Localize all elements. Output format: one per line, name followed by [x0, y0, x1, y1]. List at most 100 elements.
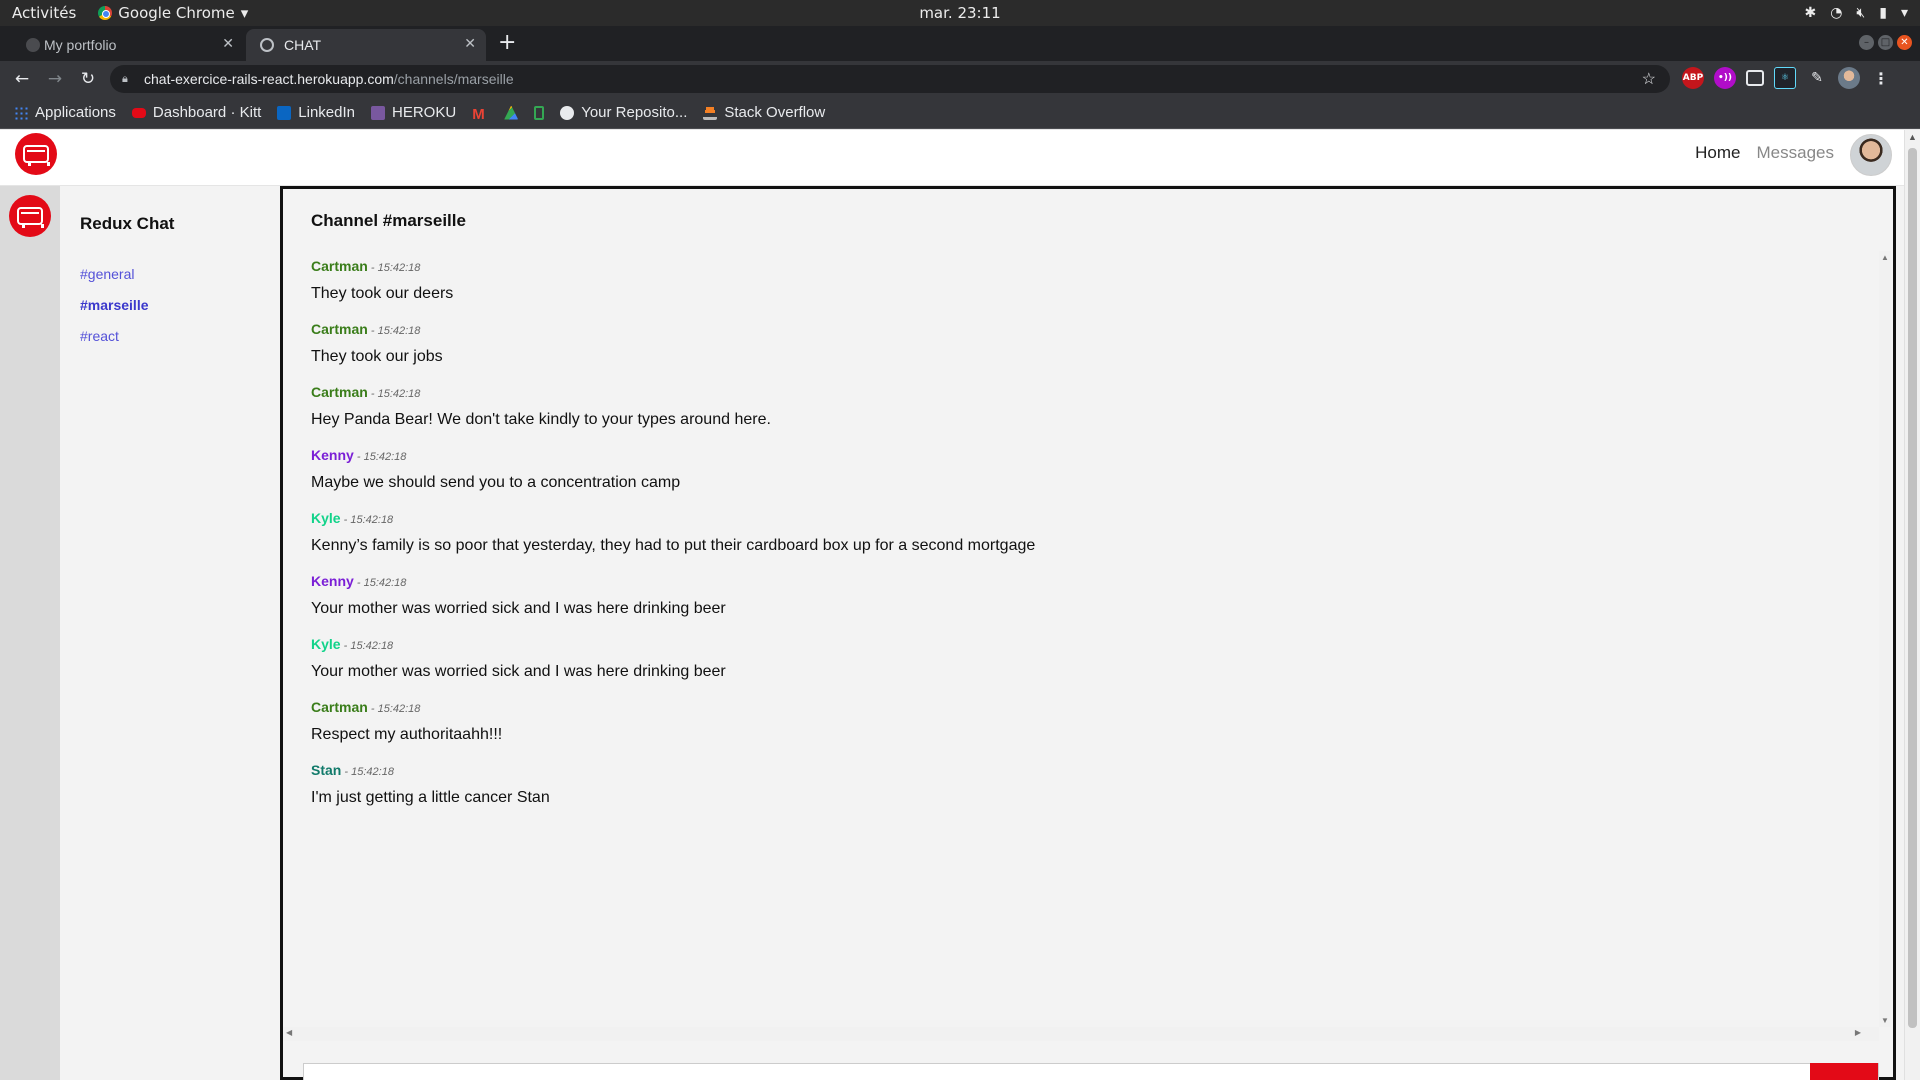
message-input[interactable] [303, 1063, 1879, 1080]
scroll-up-icon[interactable]: ▲ [1881, 253, 1889, 262]
app-logo[interactable] [15, 133, 57, 175]
maximize-icon[interactable]: □ [1878, 35, 1893, 50]
gmail-icon: M [472, 105, 485, 123]
left-rail [0, 186, 60, 1080]
chrome-icon [98, 6, 113, 20]
message-separator: - [340, 514, 351, 526]
message-author: Kenny [311, 573, 354, 589]
channel-item-general[interactable]: #general [80, 266, 280, 297]
bookmark-drive[interactable] [504, 105, 519, 120]
user-avatar[interactable] [1850, 134, 1892, 176]
message-item: Kyle - 15:42:18 Your mother was worried s… [311, 629, 1879, 692]
message-separator: - [367, 388, 378, 400]
message-header: Kenny - 15:42:18 [311, 573, 1879, 595]
scroll-down-icon[interactable]: ▼ [1881, 1016, 1889, 1025]
caret-down-icon: ▾ [240, 4, 249, 22]
os-top-bar: Activités Google Chrome ▾ mar. 23:11 ✱ ◔… [0, 0, 1920, 26]
message-list[interactable]: Cartman - 15:42:18 They took our deers Car… [283, 251, 1879, 1029]
stackoverflow-icon [703, 105, 718, 120]
message-time: 15:42:18 [377, 703, 421, 715]
message-header: Cartman - 15:42:18 [311, 384, 1879, 406]
message-author: Cartman [311, 699, 368, 715]
nav-messages-link[interactable]: Messages [1757, 143, 1834, 163]
message-content: Your mother was worried sick and I was h… [311, 600, 726, 617]
back-arrow-icon[interactable]: ← [11, 69, 33, 89]
window-controls: – □ ✕ [1859, 35, 1912, 50]
channel-title: Channel #marseille [311, 211, 466, 230]
bookmark-label: Stack Overflow [724, 104, 826, 121]
page-scrollbar[interactable]: ▲ [1904, 130, 1920, 1080]
github-icon [560, 105, 575, 120]
react-devtools-icon[interactable]: ⚛ [1774, 67, 1796, 89]
message-author: Cartman [311, 384, 368, 400]
bus-icon [131, 107, 146, 118]
bookmark-dashboard-kitt[interactable]: Dashboard · Kitt [131, 104, 261, 121]
channel-item-react[interactable]: #react [80, 328, 280, 359]
adblock-extension-icon[interactable]: ABP [1682, 67, 1704, 89]
reload-icon[interactable]: ↻ [77, 69, 99, 89]
tab-my-portfolio[interactable]: My portfolio ✕ [12, 29, 244, 61]
eyedropper-extension-icon[interactable]: ✎ [1806, 67, 1828, 89]
message-header: Kyle - 15:42:18 [311, 510, 1879, 532]
podcast-extension-icon[interactable]: •)) [1714, 67, 1736, 89]
close-tab-icon[interactable]: ✕ [464, 35, 476, 52]
app-menu[interactable]: Google Chrome ▾ [98, 4, 248, 22]
rail-logo[interactable] [9, 195, 51, 237]
message-separator: - [353, 451, 364, 463]
url-host: chat-exercice-rails-react.herokuapp.com [144, 71, 394, 87]
scrollbar-thumb[interactable] [1908, 148, 1917, 1028]
forward-arrow-icon[interactable]: → [44, 69, 66, 89]
extensions-area: ABP •)) ⚛ ✎ ⋮ [1682, 67, 1892, 89]
linkedin-icon [277, 105, 292, 120]
drive-icon [504, 105, 519, 120]
close-tab-icon[interactable]: ✕ [222, 35, 234, 52]
bookmark-gmail[interactable]: M [472, 105, 488, 123]
bookmark-label: HEROKU [392, 104, 457, 121]
scroll-left-icon[interactable]: ◀ [286, 1028, 292, 1037]
message-content: Respect my authoritaahh!!! [311, 726, 503, 743]
new-tab-button[interactable]: + [498, 30, 516, 55]
bookmark-github[interactable]: Your Reposito... [560, 104, 687, 121]
message-list-vertical-scrollbar[interactable]: ▲ ▼ [1879, 251, 1891, 1027]
screenshot-extension-icon[interactable] [1746, 70, 1764, 86]
scroll-right-icon[interactable]: ▶ [1855, 1028, 1861, 1037]
message-time: 15:42:18 [363, 577, 407, 589]
lock-icon[interactable]: 🔒︎ [122, 73, 134, 86]
page-favicon-icon [26, 38, 40, 52]
send-button[interactable] [1810, 1063, 1878, 1080]
close-window-icon[interactable]: ✕ [1897, 35, 1912, 50]
bookmark-heroku[interactable]: HEROKU [371, 104, 456, 121]
bookmark-linkedin[interactable]: LinkedIn [277, 104, 355, 121]
channel-list: #general #marseille #react [80, 266, 280, 359]
minimize-icon[interactable]: – [1859, 35, 1874, 50]
profile-avatar[interactable] [1838, 67, 1860, 89]
message-separator: - [340, 640, 351, 652]
activities-button[interactable]: Activités [0, 4, 76, 22]
bookmark-stack-overflow[interactable]: Stack Overflow [703, 104, 825, 121]
volume-muted-icon: 🔇︎ [1856, 5, 1866, 21]
bookmark-applications[interactable]: Applications [14, 104, 116, 121]
page-viewport: Home Messages Redux Chat #general #marse… [0, 130, 1920, 1080]
message-list-horizontal-scrollbar[interactable]: ◀ ▶ [283, 1027, 1879, 1041]
scroll-up-icon[interactable]: ▲ [1908, 132, 1917, 142]
message-time: 15:42:18 [350, 514, 394, 526]
address-bar[interactable]: 🔒︎ chat-exercice-rails-react.herokuapp.c… [110, 65, 1670, 93]
message-item: Stan - 15:42:18 I'm just getting a little… [311, 755, 1879, 818]
message-author: Kenny [311, 447, 354, 463]
message-author: Cartman [311, 321, 368, 337]
bookmark-phone[interactable] [534, 105, 545, 120]
clock[interactable]: mar. 23:11 [0, 4, 1920, 22]
system-tray[interactable]: ✱ ◔ 🔇︎ ▮ ▾ [1804, 0, 1908, 26]
message-header: Cartman - 15:42:18 [311, 258, 1879, 280]
kebab-menu-icon[interactable]: ⋮ [1870, 67, 1892, 89]
channel-item-marseille[interactable]: #marseille [80, 297, 280, 328]
tab-title: My portfolio [44, 37, 117, 53]
message-content: Your mother was worried sick and I was h… [311, 663, 726, 680]
nav-home-link[interactable]: Home [1695, 143, 1740, 163]
tab-chat[interactable]: CHAT ✕ [246, 29, 486, 61]
message-time: 15:42:18 [377, 262, 421, 274]
nav-links: Home Messages [1695, 143, 1834, 163]
bookmark-star-icon[interactable]: ☆ [1642, 69, 1656, 89]
slack-icon[interactable]: ✱ [1804, 5, 1816, 21]
bookmark-label: LinkedIn [298, 104, 355, 121]
